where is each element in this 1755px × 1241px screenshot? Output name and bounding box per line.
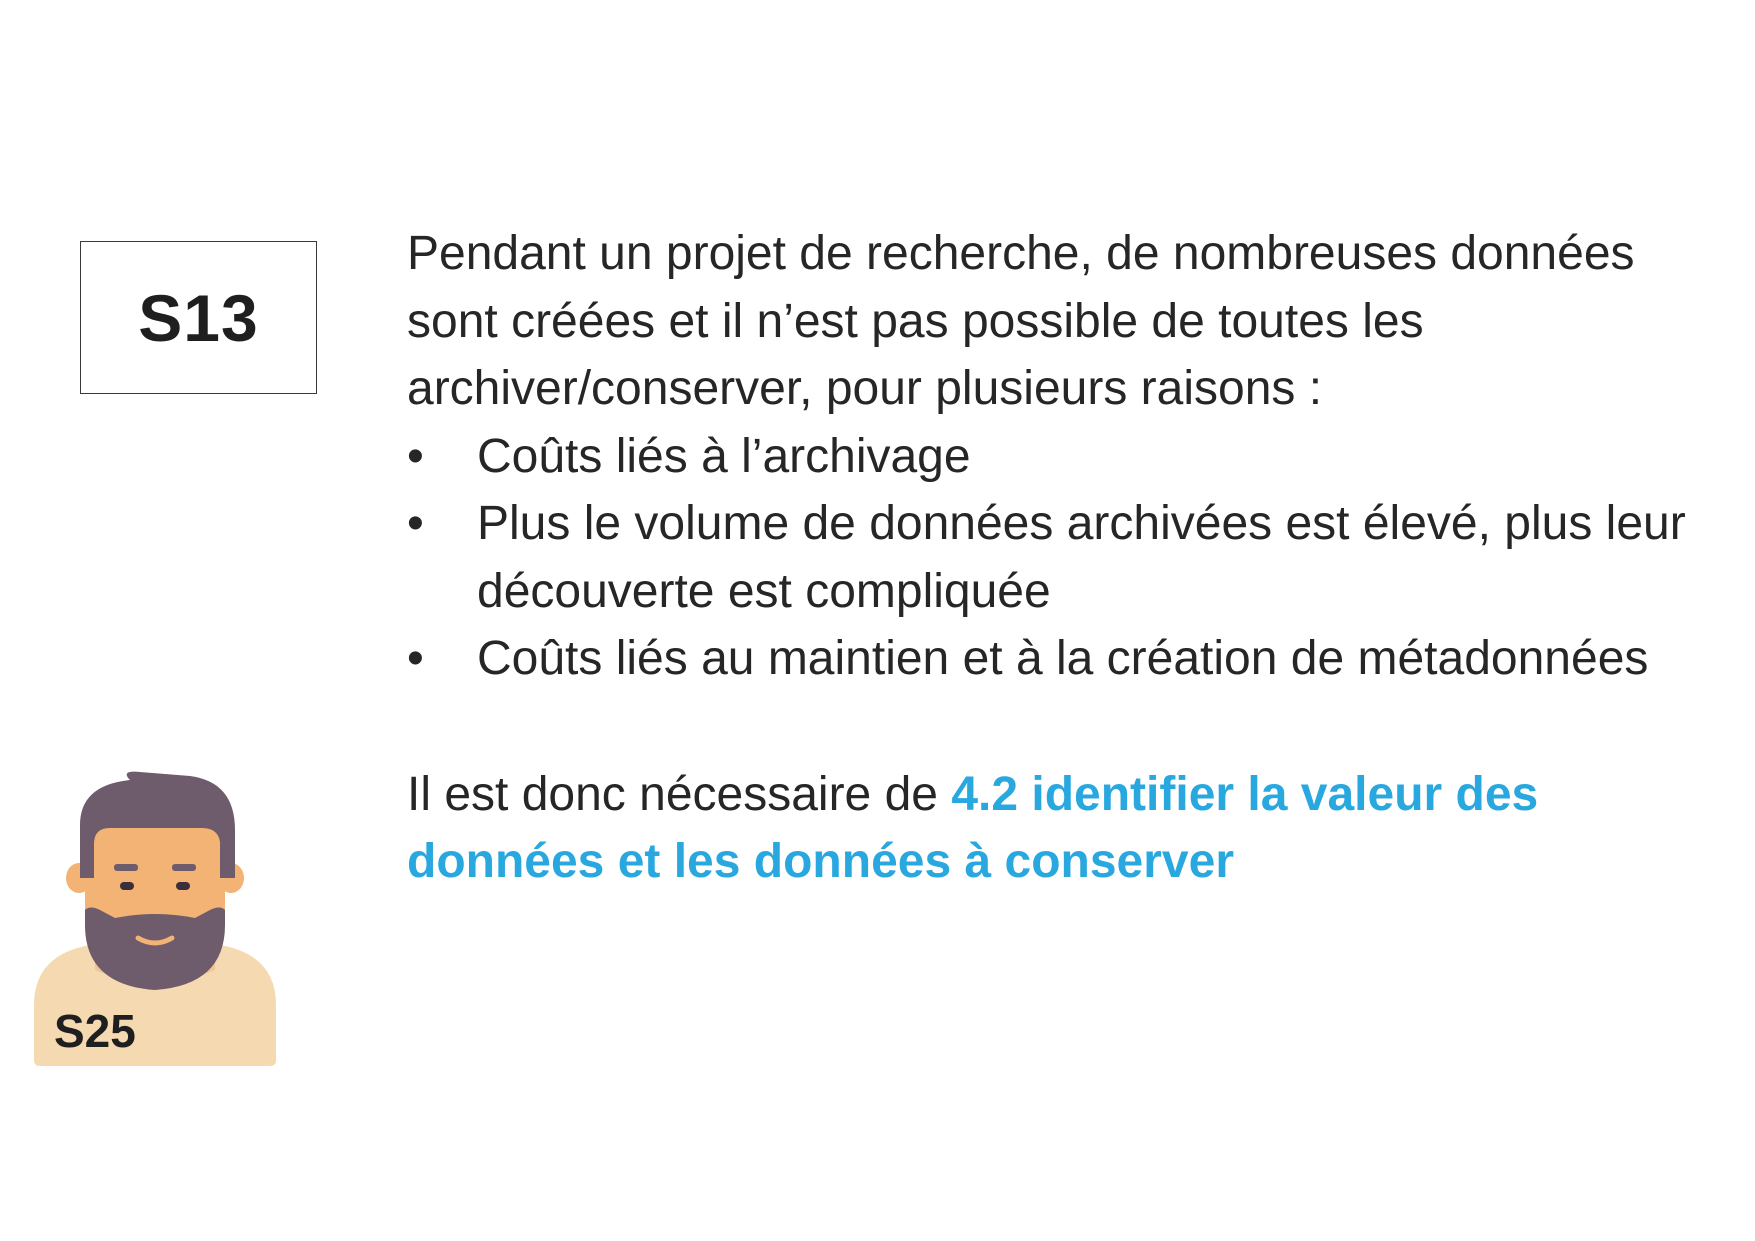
slide: S13 Pendant un projet de recherche, de n… xyxy=(0,0,1755,1241)
avatar-label: S25 xyxy=(54,1005,136,1057)
reasons-list: • Coûts liés à l’archivage • Plus le volum… xyxy=(407,423,1707,693)
bullet-text: Plus le volume de données archivées est … xyxy=(477,497,1686,618)
list-item: • Coûts liés au maintien et à la création… xyxy=(407,625,1707,693)
avatar-eye-right xyxy=(176,882,190,890)
bullet-icon: • xyxy=(407,497,424,550)
avatar-eyebrow-left xyxy=(114,864,138,871)
scenario-code-box: S13 xyxy=(80,241,317,394)
main-text: Pendant un projet de recherche, de nombr… xyxy=(407,220,1707,896)
avatar-eye-left xyxy=(120,882,134,890)
list-item: • Plus le volume de données archivées est… xyxy=(407,490,1707,625)
scenario-code: S13 xyxy=(138,280,259,355)
conclusion-lead: Il est donc nécessaire de xyxy=(407,767,952,821)
list-item: • Coûts liés à l’archivage xyxy=(407,423,1707,491)
bullet-text: Coûts liés à l’archivage xyxy=(477,429,971,483)
intro-paragraph: Pendant un projet de recherche, de nombr… xyxy=(407,227,1635,415)
bullet-icon: • xyxy=(407,429,424,483)
conclusion-paragraph: Il est donc nécessaire de 4.2 identifier… xyxy=(407,761,1707,896)
bullet-text: Coûts liés au maintien et à la création … xyxy=(477,632,1649,685)
avatar-eyebrow-right xyxy=(172,864,196,871)
bullet-icon: • xyxy=(407,632,424,685)
